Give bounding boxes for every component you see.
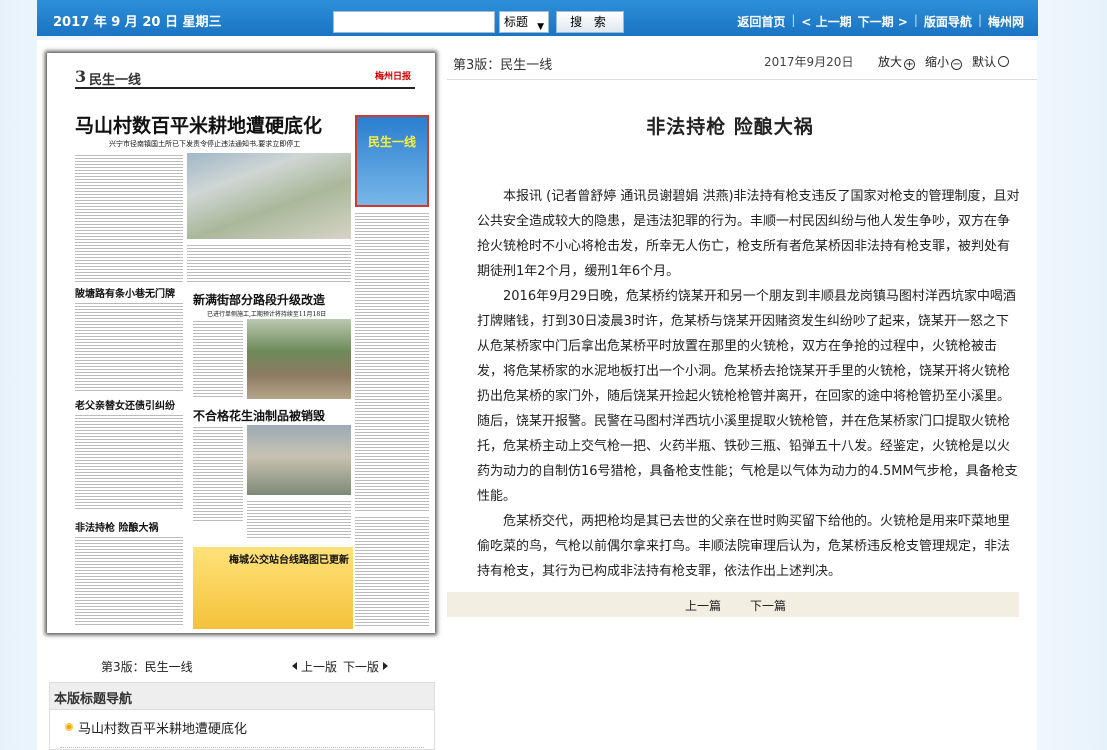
paper-section-title: 民生一线 bbox=[89, 73, 142, 88]
search-input[interactable] bbox=[333, 11, 495, 33]
chevron-down-icon: ▼ bbox=[537, 22, 544, 32]
paper-headline-4[interactable]: 老父亲替女还债引纠纷 bbox=[75, 397, 175, 412]
article-body: 本报讯 (记者曾舒婷 通讯员谢碧娟 洪燕)非法持有枪支违反了国家对枪支的管理制度… bbox=[477, 184, 1021, 584]
paper-text-block bbox=[75, 153, 183, 283]
article-paragraph: 危某桥交代，两把枪均是其已去世的父亲在世时购买留下给他的。火铳枪是用来吓菜地里偷… bbox=[477, 514, 1011, 579]
paper-photo bbox=[247, 319, 351, 399]
paper-text-block bbox=[75, 535, 183, 627]
paper-text-block bbox=[75, 413, 183, 509]
page-headline-nav-title: 本版标题导航 bbox=[50, 683, 434, 710]
zoom-out-label: 缩小 bbox=[925, 55, 950, 69]
issue-date: 2017 年 9 月 20 日 星期三 bbox=[53, 15, 222, 30]
paper-page-header: 3 民生一线 梅州日报 bbox=[75, 67, 415, 89]
headline-nav-item-label: 马山村数百平米耕地遭硬底化 bbox=[78, 722, 248, 737]
search-type-value: 标题 bbox=[504, 15, 529, 29]
paper-badge-label: 民生一线 bbox=[367, 135, 416, 149]
next-page-link[interactable]: 下一版 bbox=[343, 658, 389, 675]
paper-headline-6[interactable]: 非法持枪 险酿大祸 bbox=[75, 519, 158, 534]
paper-text-block bbox=[355, 211, 429, 511]
top-nav: 返回首页 | < 上一期 下一期 > | 版面导航 | 梅州网 bbox=[737, 13, 1024, 30]
zoom-default-button[interactable]: 默认 bbox=[972, 53, 1010, 70]
divider bbox=[60, 747, 424, 748]
article-title: 非法持枪 险酿大祸 bbox=[646, 116, 814, 138]
paper-text-block bbox=[75, 301, 183, 391]
paper-headline-5[interactable]: 不合格花生油制品被销毁 bbox=[193, 407, 325, 424]
headline-nav-item[interactable]: 马山村数百平米耕地遭硬底化 bbox=[50, 710, 434, 737]
nav-next-issue-link[interactable]: 下一期 > bbox=[858, 13, 908, 30]
current-page-label: 第3版：民生一线 bbox=[101, 660, 193, 674]
top-bar: 2017 年 9 月 20 日 星期三 标题 ▼ 搜 索 返回首页 | < 上一… bbox=[37, 0, 1038, 36]
prev-page-label: 上一版 bbox=[301, 660, 338, 674]
paper-photo bbox=[247, 425, 351, 495]
paper-headline-2[interactable]: 陂塘路有条小巷无门牌 bbox=[75, 285, 175, 300]
circle-icon bbox=[998, 56, 1010, 67]
paper-brand-logo: 梅州日报 bbox=[374, 72, 411, 82]
article-header: 第3版：民生一线 2017年9月20日 放大 + 缩小 − 默认 bbox=[447, 40, 1037, 80]
article-paragraph: 本报讯 (记者曾舒婷 通讯员谢碧娟 洪燕)非法持有枪支违反了国家对枪支的管理制度… bbox=[477, 189, 1020, 279]
nav-separator: | bbox=[977, 13, 982, 27]
caret-left-icon bbox=[292, 662, 297, 670]
next-article-link[interactable]: 下一篇 bbox=[750, 597, 786, 614]
page-pager: 第3版：民生一线 上一版 下一版 bbox=[37, 656, 445, 676]
paper-text-block bbox=[247, 499, 351, 539]
paper-headline-main[interactable]: 马山村数百平米耕地遭硬底化 bbox=[75, 111, 322, 138]
search-type-select[interactable]: 标题 ▼ bbox=[499, 11, 549, 33]
article-paragraph: 2016年9月29日晚，危某桥约饶某开和另一个朋友到丰顺县龙岗镇马图村洋西坑家中… bbox=[477, 289, 1018, 504]
zoom-in-label: 放大 bbox=[878, 55, 903, 69]
article-panel: 第3版：民生一线 2017年9月20日 放大 + 缩小 − 默认 非法持枪 险酿大祸… bbox=[447, 40, 1037, 750]
left-column: 3 民生一线 梅州日报 马山村数百平米耕地遭硬底化 兴宁市径南镇国土所已下发责令… bbox=[37, 40, 445, 750]
paper-photo bbox=[187, 153, 351, 239]
paper-badge-graphic: 民生一线 bbox=[355, 115, 429, 207]
nav-separator: | bbox=[791, 13, 796, 27]
newspaper-page-image[interactable]: 3 民生一线 梅州日报 马山村数百平米耕地遭硬底化 兴宁市径南镇国土所已下发责令… bbox=[47, 53, 435, 633]
nav-site-link[interactable]: 梅州网 bbox=[988, 13, 1024, 30]
bullet-icon bbox=[65, 723, 73, 731]
nav-page-nav-link[interactable]: 版面导航 bbox=[924, 13, 972, 30]
prev-article-link[interactable]: 上一篇 bbox=[685, 597, 721, 614]
paper-page-number: 3 bbox=[75, 67, 87, 86]
caret-right-icon bbox=[383, 662, 389, 670]
paper-text-block bbox=[355, 515, 429, 627]
article-section: 第3版：民生一线 bbox=[453, 58, 553, 73]
zoom-controls: 放大 + 缩小 − 默认 bbox=[878, 53, 1010, 70]
zoom-in-button[interactable]: 放大 + bbox=[878, 53, 916, 70]
zoom-default-label: 默认 bbox=[972, 55, 997, 69]
page-headline-nav: 本版标题导航 马山村数百平米耕地遭硬底化 bbox=[49, 682, 435, 750]
minus-circle-icon: − bbox=[951, 59, 963, 70]
paper-text-block bbox=[187, 243, 351, 283]
zoom-out-button[interactable]: 缩小 − bbox=[925, 53, 963, 70]
paper-headline-main-sub: 兴宁市径南镇国土所已下发责令停止违法通知书,要求立即停工 bbox=[109, 140, 301, 148]
article-date: 2017年9月20日 bbox=[764, 55, 854, 69]
search-button[interactable]: 搜 索 bbox=[556, 11, 624, 33]
nav-home-link[interactable]: 返回首页 bbox=[737, 13, 785, 30]
paper-headline-3[interactable]: 新满街部分路段升级改造 bbox=[193, 291, 325, 308]
next-page-label: 下一版 bbox=[343, 660, 380, 674]
nav-separator: | bbox=[913, 13, 918, 27]
nav-prev-issue-link[interactable]: < 上一期 bbox=[801, 13, 851, 30]
plus-circle-icon: + bbox=[904, 59, 916, 70]
prev-page-link[interactable]: 上一版 bbox=[292, 658, 337, 675]
paper-text-block bbox=[193, 319, 243, 399]
paper-text-block bbox=[193, 425, 243, 521]
paper-headline-3-sub: 已进行单侧施工,工期预计将持续至11月18日 bbox=[207, 311, 327, 318]
article-pager: 上一篇 下一篇 bbox=[447, 592, 1019, 617]
paper-headline-7[interactable]: 梅城公交站台线路图已更新 bbox=[229, 551, 349, 566]
